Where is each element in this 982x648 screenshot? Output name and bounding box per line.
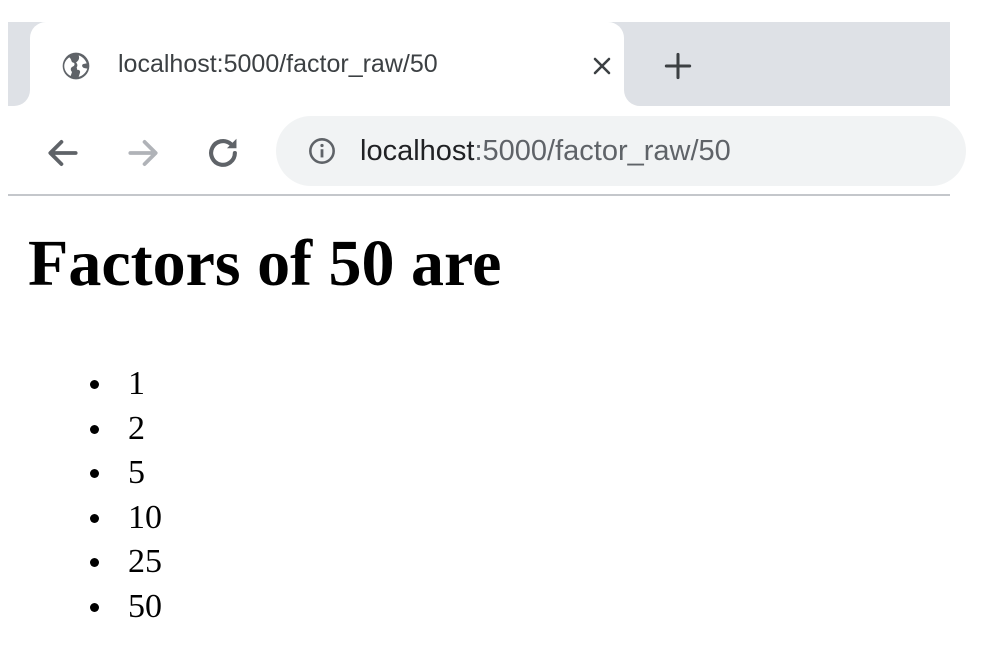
factor-item: 2: [90, 407, 162, 452]
factor-item: 5: [90, 451, 162, 496]
tab-strip: localhost:5000/factor_raw/50: [8, 22, 950, 106]
forward-arrow-icon[interactable]: [124, 134, 162, 172]
info-icon[interactable]: [308, 137, 336, 165]
browser-window: localhost:5000/factor_raw/50 localhost:5…: [8, 22, 966, 196]
new-tab-plus-icon[interactable]: [664, 52, 692, 80]
tab-title: localhost:5000/factor_raw/50: [118, 50, 438, 78]
reload-icon[interactable]: [204, 134, 242, 172]
address-bar[interactable]: localhost:5000/factor_raw/50: [276, 116, 966, 186]
back-arrow-icon[interactable]: [44, 134, 82, 172]
url-path: :5000/factor_raw/50: [474, 135, 731, 167]
factor-item: 25: [90, 540, 162, 585]
page-content: Factors of 50 are 1 2 5 10 25 50: [0, 198, 982, 648]
factor-item: 10: [90, 496, 162, 541]
globe-icon: [62, 52, 90, 80]
page-heading: Factors of 50 are: [28, 227, 502, 300]
factor-item: 50: [90, 585, 162, 630]
url-host: localhost: [360, 135, 475, 167]
navigation-toolbar: localhost:5000/factor_raw/50: [8, 106, 966, 196]
factors-list: 1 2 5 10 25 50: [0, 362, 162, 629]
close-icon[interactable]: [590, 54, 614, 78]
url-text[interactable]: localhost:5000/factor_raw/50: [360, 130, 731, 172]
active-tab[interactable]: localhost:5000/factor_raw/50: [30, 22, 624, 106]
factor-item: 1: [90, 362, 162, 407]
